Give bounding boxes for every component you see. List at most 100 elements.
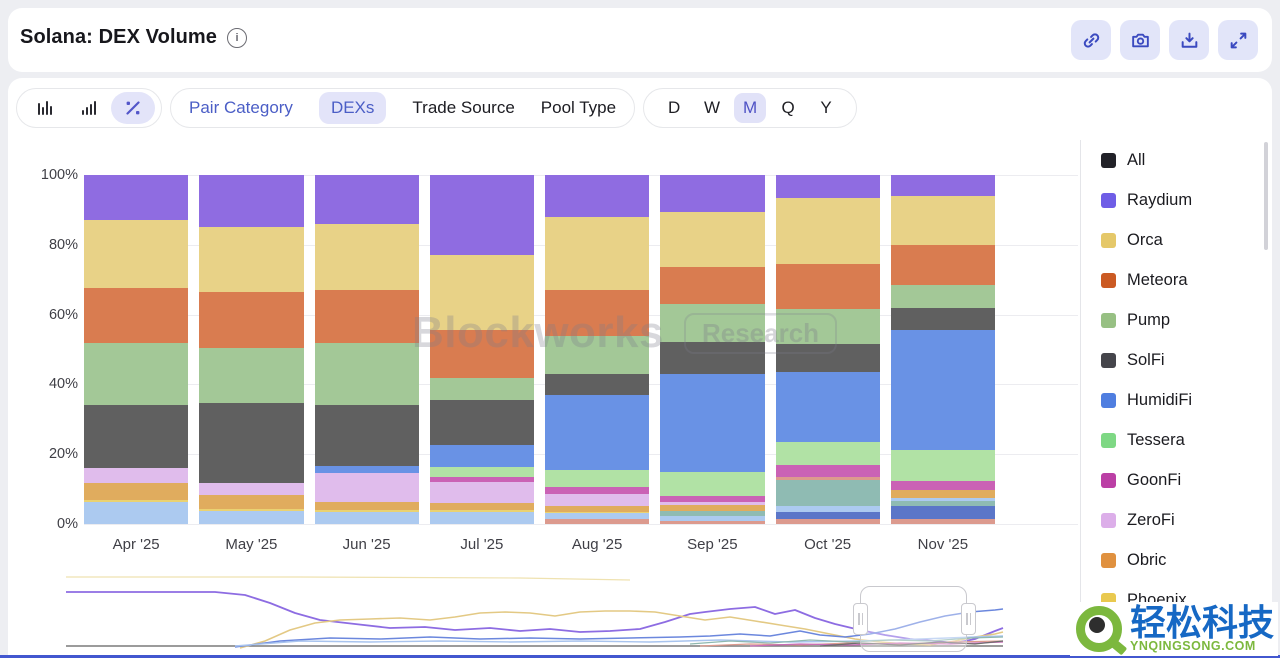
segment-solfi[interactable]: [315, 405, 419, 466]
segment-lightblue[interactable]: [84, 502, 188, 524]
stacked-bar-sep25[interactable]: [660, 175, 764, 524]
segment-solfi[interactable]: [545, 374, 649, 395]
segment-salmon[interactable]: [545, 519, 649, 524]
segment-obric[interactable]: [430, 503, 534, 510]
segment-meteora[interactable]: [891, 245, 995, 285]
segment-humidifi[interactable]: [430, 445, 534, 467]
segment-humidifi[interactable]: [891, 330, 995, 449]
segment-orca[interactable]: [891, 196, 995, 245]
stacked-bar-nov25[interactable]: [891, 175, 995, 524]
segment-meteora[interactable]: [84, 288, 188, 342]
segment-lightblue[interactable]: [430, 512, 534, 524]
segment-zerofi[interactable]: [84, 468, 188, 483]
segment-salmon[interactable]: [891, 519, 995, 524]
segment-orca[interactable]: [545, 217, 649, 290]
brush-handle-right[interactable]: [961, 603, 976, 635]
tab-pair-category[interactable]: Pair Category: [189, 98, 293, 118]
segment-pump[interactable]: [545, 336, 649, 374]
segment-orca[interactable]: [84, 220, 188, 288]
range-d[interactable]: D: [658, 93, 690, 123]
info-icon[interactable]: i: [227, 28, 247, 48]
tab-dexs[interactable]: DEXs: [319, 92, 386, 124]
segment-tessera[interactable]: [776, 442, 880, 465]
range-w[interactable]: W: [696, 93, 728, 123]
range-y[interactable]: Y: [810, 93, 842, 123]
segment-indigo[interactable]: [891, 506, 995, 518]
segment-pump[interactable]: [84, 343, 188, 406]
segment-meteora[interactable]: [776, 264, 880, 309]
segment-raydium[interactable]: [545, 175, 649, 217]
fullscreen-button[interactable]: [1218, 20, 1258, 60]
export-button[interactable]: [1169, 20, 1209, 60]
legend-item-meteora[interactable]: Meteora: [1081, 260, 1272, 300]
segment-tessera[interactable]: [660, 472, 764, 496]
segment-tessera[interactable]: [891, 450, 995, 481]
segment-raydium[interactable]: [199, 175, 303, 227]
stacked-bar-jun25[interactable]: [315, 175, 419, 524]
stacked-bar-apr25[interactable]: [84, 175, 188, 524]
brush-selection[interactable]: [860, 586, 967, 652]
legend-item-goonfi[interactable]: GoonFi: [1081, 460, 1272, 500]
segment-zerofi[interactable]: [199, 483, 303, 495]
segment-orca[interactable]: [199, 227, 303, 292]
segment-obric[interactable]: [891, 490, 995, 498]
segment-zerofi[interactable]: [315, 473, 419, 502]
stacked-bar-may25[interactable]: [199, 175, 303, 524]
segment-goonfi[interactable]: [776, 465, 880, 477]
segment-raydium[interactable]: [776, 175, 880, 198]
segment-obric[interactable]: [84, 483, 188, 499]
segment-orca[interactable]: [315, 224, 419, 290]
segment-obric[interactable]: [199, 495, 303, 509]
segment-solfi[interactable]: [84, 405, 188, 468]
legend-item-humidifi[interactable]: HumidiFi: [1081, 380, 1272, 420]
segment-orca[interactable]: [776, 198, 880, 264]
tab-trade-source[interactable]: Trade Source: [412, 98, 514, 118]
segment-orca[interactable]: [660, 212, 764, 268]
segment-solfi[interactable]: [776, 344, 880, 372]
segment-pump[interactable]: [776, 309, 880, 344]
ascending-bar-chart-icon[interactable]: [67, 92, 111, 124]
segment-raydium[interactable]: [660, 175, 764, 212]
segment-meteora[interactable]: [199, 292, 303, 348]
segment-teal[interactable]: [776, 480, 880, 506]
range-q[interactable]: Q: [772, 93, 804, 123]
legend-item-pump[interactable]: Pump: [1081, 300, 1272, 340]
segment-meteora[interactable]: [430, 330, 534, 378]
segment-pump[interactable]: [660, 304, 764, 342]
stacked-bar-oct25[interactable]: [776, 175, 880, 524]
segment-lightblue[interactable]: [199, 511, 303, 524]
segment-raydium[interactable]: [84, 175, 188, 220]
segment-zerofi[interactable]: [545, 494, 649, 507]
legend-item-raydium[interactable]: Raydium: [1081, 180, 1272, 220]
segment-salmon[interactable]: [660, 521, 764, 523]
legend-item-zerofi[interactable]: ZeroFi: [1081, 500, 1272, 540]
segment-humidifi[interactable]: [776, 372, 880, 442]
segment-solfi[interactable]: [199, 403, 303, 484]
segment-humidifi[interactable]: [545, 395, 649, 470]
segment-zerofi[interactable]: [430, 482, 534, 503]
segment-tessera[interactable]: [545, 470, 649, 487]
legend-item-obric[interactable]: Obric: [1081, 540, 1272, 580]
segment-raydium[interactable]: [315, 175, 419, 224]
segment-solfi[interactable]: [891, 308, 995, 330]
copy-link-button[interactable]: [1071, 20, 1111, 60]
segment-raydium[interactable]: [430, 175, 534, 255]
segment-meteora[interactable]: [545, 290, 649, 335]
bar-chart-icon[interactable]: [23, 92, 67, 124]
percent-view-icon[interactable]: [111, 92, 155, 124]
segment-orca[interactable]: [430, 255, 534, 330]
segment-salmon[interactable]: [776, 519, 880, 524]
segment-goonfi[interactable]: [545, 487, 649, 494]
segment-pump[interactable]: [891, 285, 995, 308]
segment-goonfi[interactable]: [891, 481, 995, 490]
tab-pool-type[interactable]: Pool Type: [541, 98, 616, 118]
legend-item-orca[interactable]: Orca: [1081, 220, 1272, 260]
legend-item-all[interactable]: All: [1081, 140, 1272, 180]
segment-lightblue[interactable]: [315, 512, 419, 524]
segment-humidifi[interactable]: [660, 374, 764, 472]
segment-solfi[interactable]: [660, 342, 764, 373]
segment-meteora[interactable]: [660, 267, 764, 304]
segment-pump[interactable]: [430, 378, 534, 400]
legend-item-tessera[interactable]: Tessera: [1081, 420, 1272, 460]
segment-pump[interactable]: [199, 348, 303, 403]
